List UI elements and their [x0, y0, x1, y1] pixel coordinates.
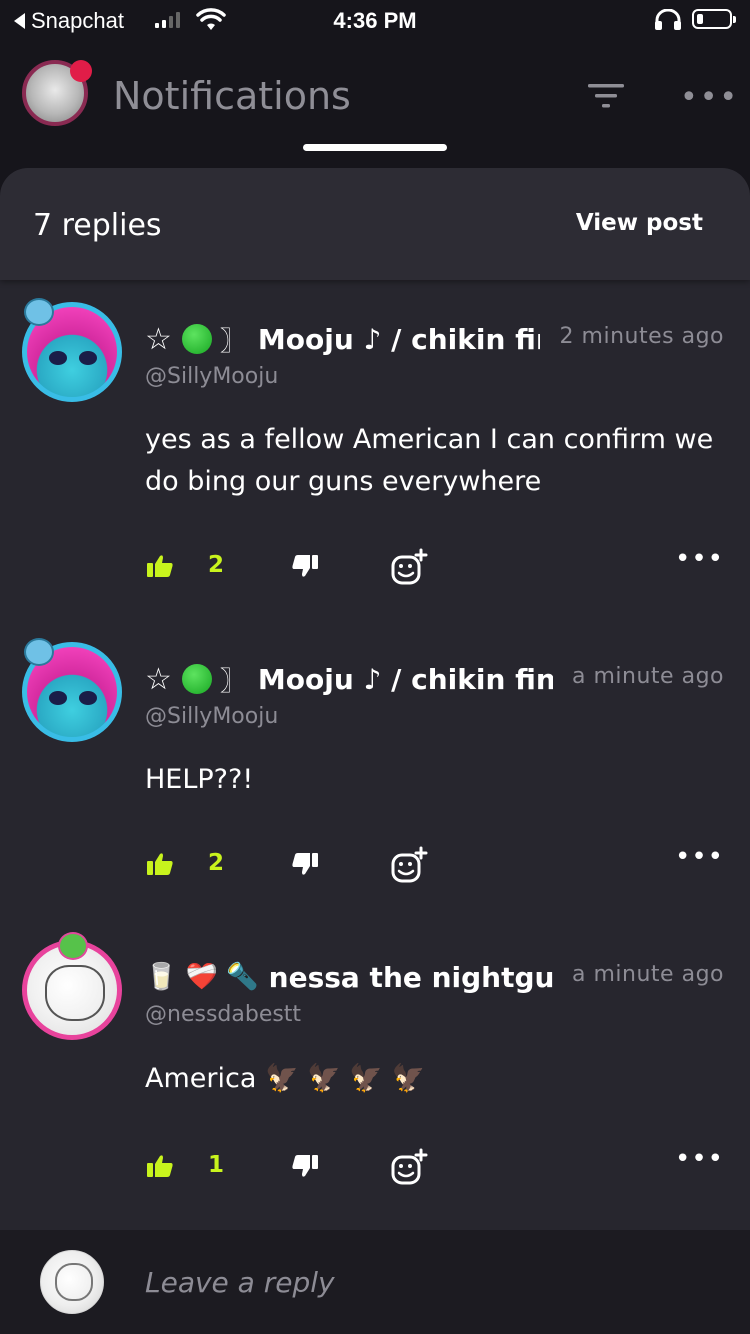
- reply-bar: Leave a reply: [0, 1230, 750, 1334]
- comment-actions: 2 •••: [0, 544, 750, 588]
- add-reaction-icon[interactable]: [390, 846, 428, 884]
- bracket-deco: 〗: [219, 326, 246, 357]
- author-name-row[interactable]: 🥛 ❤️‍🩹 🔦 nessa the nightguarc: [145, 957, 553, 997]
- reply-input[interactable]: Leave a reply: [145, 1266, 335, 1299]
- author-handle[interactable]: @nessdabestt: [145, 1002, 301, 1027]
- replies-count: 7 replies: [33, 208, 162, 243]
- timestamp: a minute ago: [572, 664, 724, 689]
- headphones-icon: [655, 9, 681, 30]
- green-circle-icon: [181, 324, 212, 354]
- bracket-deco: 〗: [219, 666, 246, 697]
- add-reaction-icon[interactable]: [390, 548, 428, 586]
- comment-text: America 🦅 🦅 🦅 🦅: [145, 1063, 426, 1094]
- comment-more-icon[interactable]: •••: [675, 544, 724, 574]
- clock: 4:36 PM: [333, 8, 417, 33]
- thumbs-up-icon[interactable]: [146, 1154, 174, 1178]
- author-name: Mooju ♪ / chikin fing: [257, 322, 540, 356]
- comment-actions: 1 •••: [0, 1144, 750, 1188]
- battery-icon: [692, 9, 736, 29]
- thumbs-up-icon[interactable]: [146, 852, 174, 876]
- author-name: nessa the nightguarc: [268, 960, 553, 994]
- timestamp: a minute ago: [572, 962, 724, 987]
- green-circle-icon: [181, 664, 212, 694]
- comment-more-icon[interactable]: •••: [675, 1144, 724, 1174]
- author-handle[interactable]: @SillyMooju: [145, 704, 278, 729]
- avatar: [40, 1250, 104, 1314]
- page-title: Notifications: [113, 74, 351, 118]
- author-name-row[interactable]: ☆ 〗 Mooju ♪ / chikin finge: [145, 659, 553, 699]
- comment-more-icon[interactable]: •••: [675, 842, 724, 872]
- author-name-row[interactable]: ☆ 〗 Mooju ♪ / chikin fing: [145, 319, 540, 359]
- author-name: Mooju ♪ / chikin finge: [257, 662, 553, 696]
- thumbs-down-icon[interactable]: [291, 852, 319, 876]
- more-options-icon[interactable]: •••: [680, 80, 739, 115]
- thumbs-up-icon[interactable]: [146, 554, 174, 578]
- comment-text: yes as a fellow American I can confirm w…: [145, 424, 714, 497]
- star-icon: ☆: [145, 321, 172, 357]
- comment-text: HELP??!: [145, 764, 254, 795]
- star-icon: ☆: [145, 661, 172, 697]
- replies-sheet: 7 replies View post ☆ 〗 Mooju ♪ / chikin…: [0, 168, 750, 1334]
- thumbs-down-icon[interactable]: [291, 1154, 319, 1178]
- profile-avatar[interactable]: [22, 60, 92, 126]
- filter-icon[interactable]: [586, 82, 626, 112]
- like-count: 1: [208, 1152, 225, 1178]
- sheet-header: 7 replies View post: [0, 168, 750, 280]
- comment-actions: 2 •••: [0, 842, 750, 886]
- author-emojis: 🥛 ❤️‍🩹 🔦: [145, 962, 259, 992]
- like-count: 2: [208, 850, 225, 876]
- notification-dot: [70, 60, 92, 82]
- avatar-badge-icon: [24, 638, 54, 666]
- frog-badge-icon: [58, 932, 88, 960]
- app-header: Notifications •••: [0, 48, 750, 148]
- avatar-badge-icon: [24, 298, 54, 326]
- author-handle[interactable]: @SillyMooju: [145, 364, 278, 389]
- sheet-grabber[interactable]: [303, 144, 447, 151]
- thumbs-down-icon[interactable]: [291, 554, 319, 578]
- status-bar: Snapchat 4:36 PM: [0, 0, 750, 42]
- timestamp: 2 minutes ago: [559, 324, 724, 349]
- add-reaction-icon[interactable]: [390, 1148, 428, 1186]
- like-count: 2: [208, 552, 225, 578]
- view-post-button[interactable]: View post: [576, 210, 703, 236]
